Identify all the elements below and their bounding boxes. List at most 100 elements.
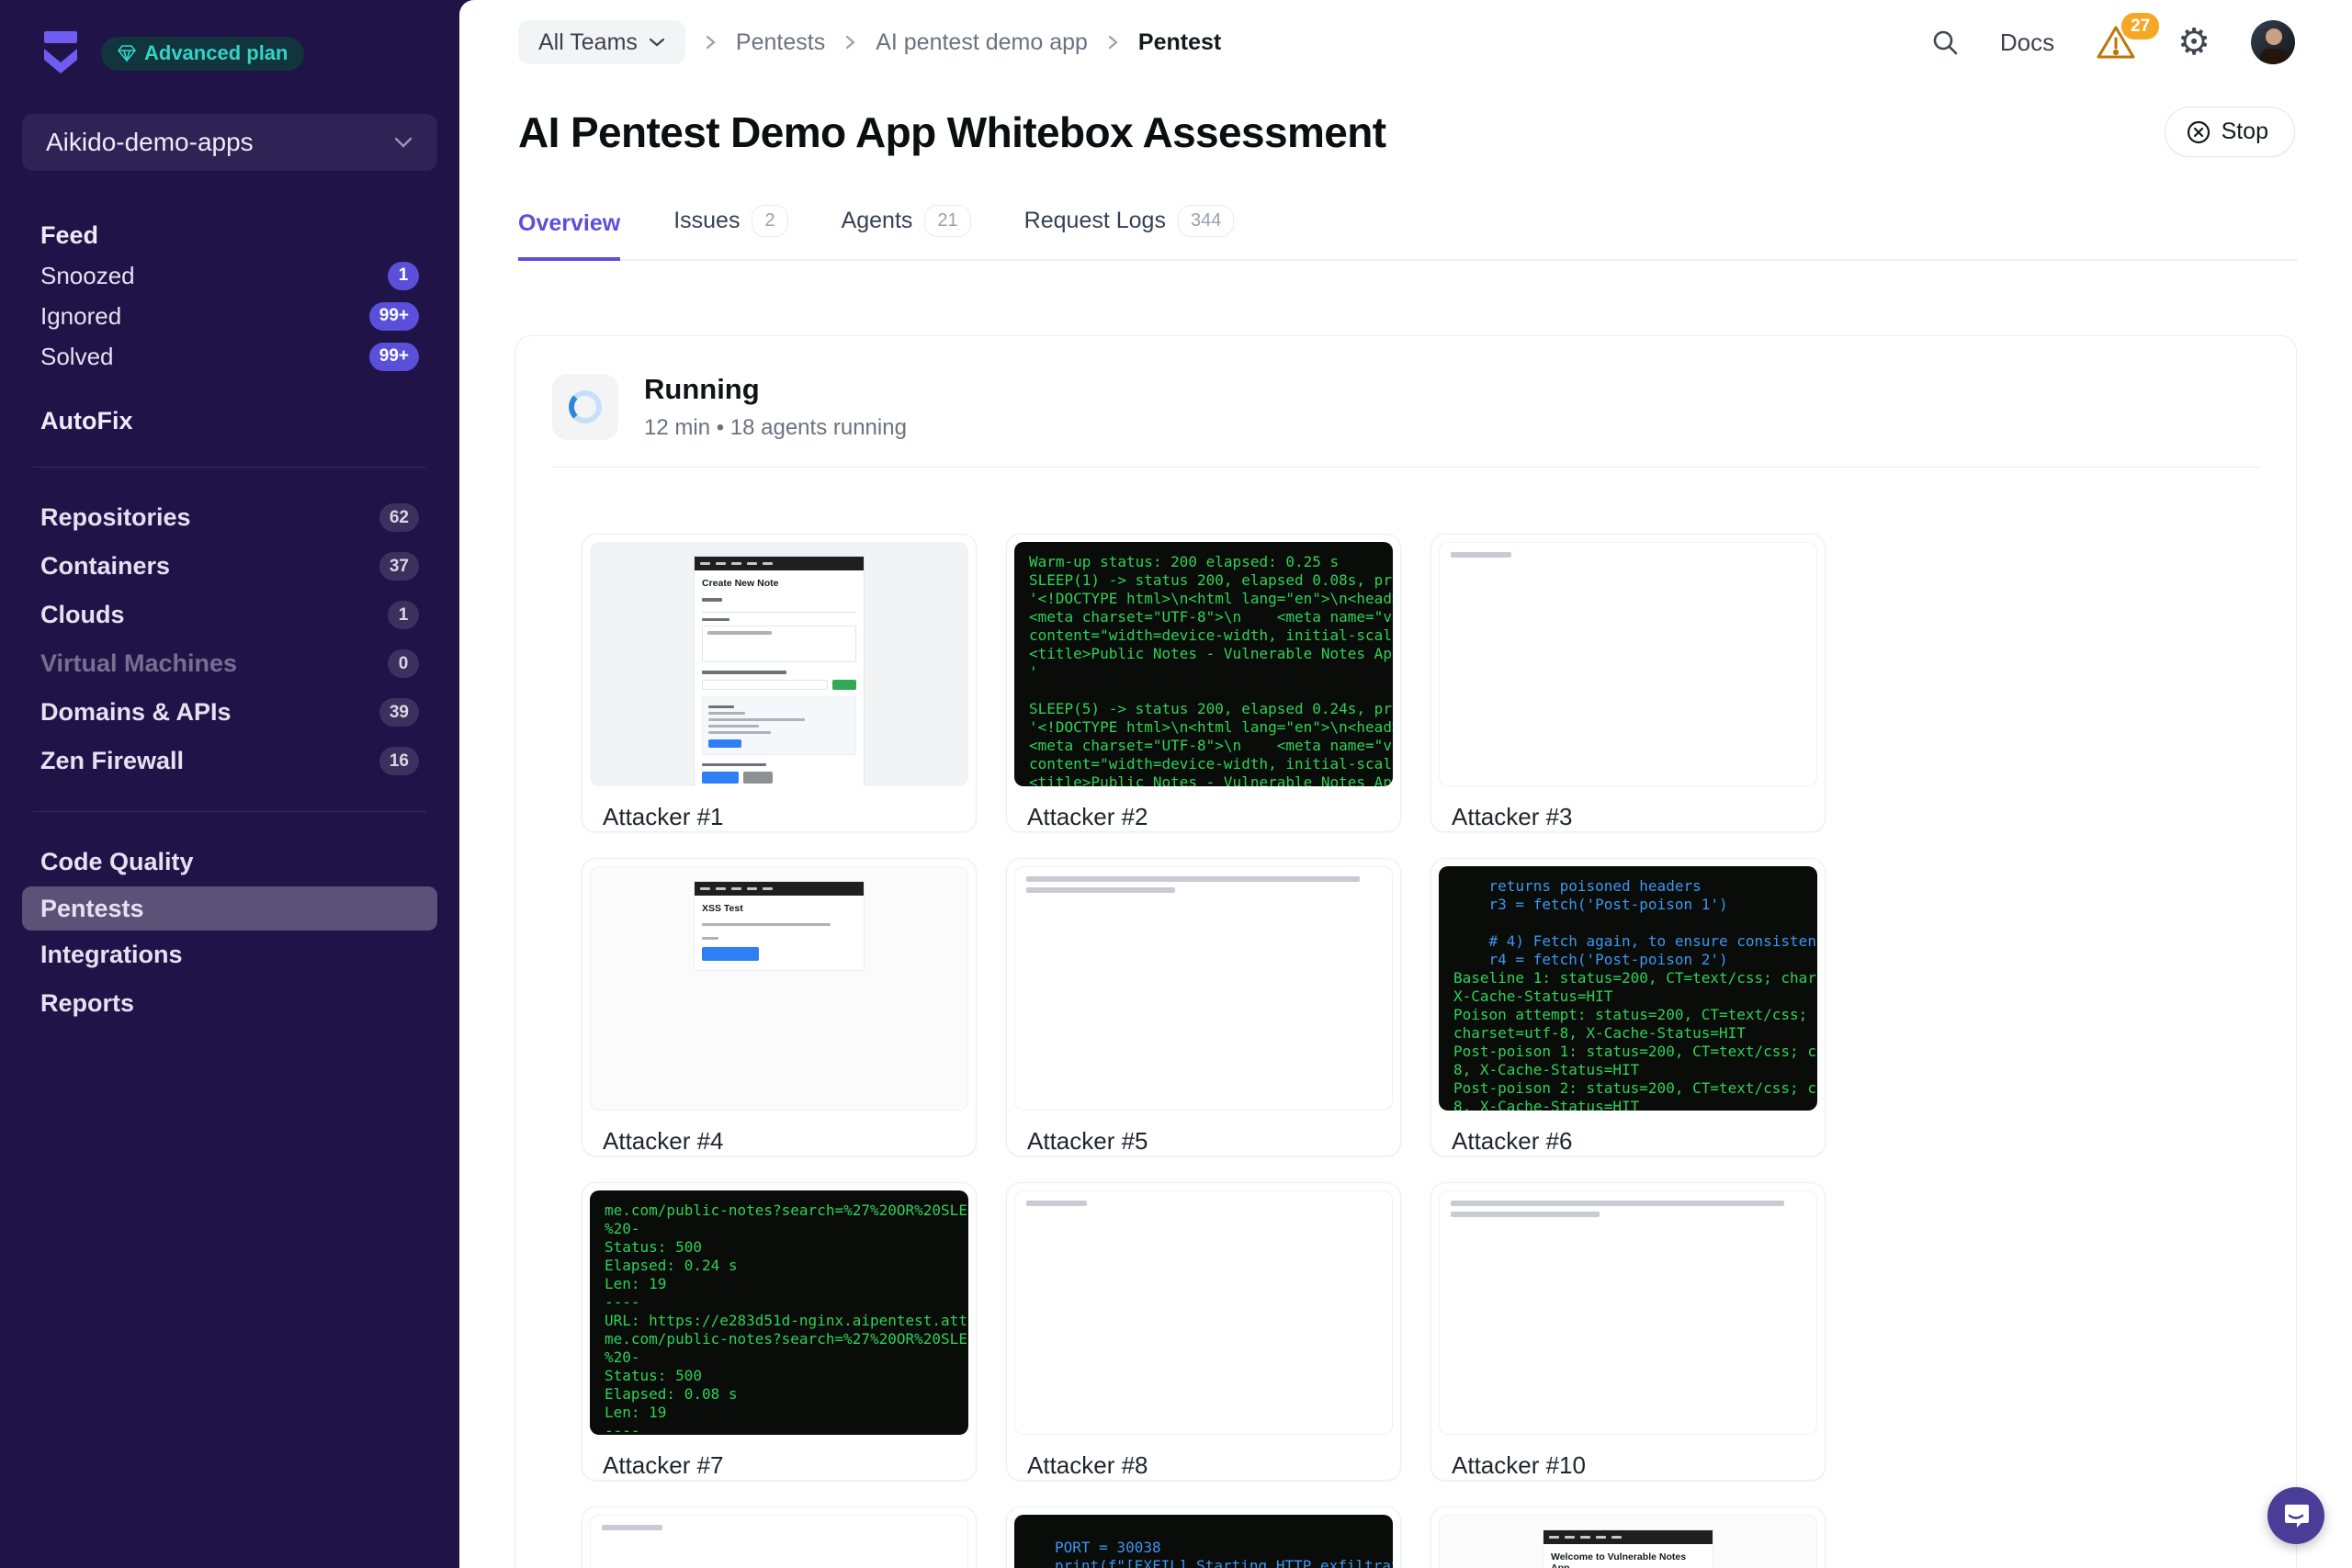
attacker-card[interactable]: Attacker #10 [1430, 1182, 1826, 1481]
loading-spinner-icon [569, 390, 602, 423]
search-button[interactable] [1930, 28, 1960, 57]
terminal-line: charset=utf-8, X-Cache-Status=HIT [1453, 1024, 1803, 1043]
attacker-card[interactable]: Attacker #5 [1006, 858, 1401, 1156]
notifications-button[interactable]: 27 [2095, 24, 2137, 61]
sidebar-item-label: Containers [40, 552, 170, 581]
terminal-line: Post-poison 1: status=200, CT=text/css; … [1453, 1043, 1803, 1061]
attacker-card[interactable]: returns poisoned headers r3 = fetch('Pos… [1430, 858, 1826, 1156]
tab-overview[interactable]: Overview [518, 210, 620, 261]
mini-browser-page: Create New Note [695, 557, 864, 786]
count-badge: 39 [379, 698, 419, 727]
tab-label: Request Logs [1024, 208, 1166, 234]
chat-launcher-button[interactable] [2267, 1487, 2324, 1544]
tab-agents[interactable]: Agents 21 [842, 205, 971, 261]
breadcrumb-app[interactable]: AI pentest demo app [876, 29, 1088, 56]
text-line [1026, 876, 1360, 882]
run-status-label: Running [644, 373, 907, 406]
sidebar-item-repositories[interactable]: Repositories 62 [22, 493, 437, 542]
user-avatar[interactable] [2251, 20, 2295, 64]
nav-link-placeholder [1580, 1536, 1590, 1539]
attacker-card-caption: Attacker #1 [582, 794, 976, 831]
mini-browser-page: Welcome to Vulnerable Notes App [1544, 1530, 1713, 1568]
docs-link[interactable]: Docs [2000, 28, 2054, 57]
breadcrumb-pentests[interactable]: Pentests [736, 29, 825, 56]
sidebar-item-zen-firewall[interactable]: Zen Firewall 16 [22, 737, 437, 785]
text-line [602, 1525, 662, 1530]
tab-label: Overview [518, 210, 620, 237]
tab-count-badge: 344 [1178, 205, 1234, 237]
search-icon [1930, 28, 1960, 57]
mini-browser-page: XSS Test [695, 882, 864, 970]
sidebar-item-integrations[interactable]: Integrations [22, 931, 437, 979]
nav-link-placeholder [731, 887, 741, 890]
attacker-card-caption: Attacker #8 [1007, 1442, 1400, 1480]
attacker-card[interactable]: PORT = 30038print(f"[EXFIL] Starting HTT… [1006, 1506, 1401, 1568]
terminal-line: PORT = 30038 [1055, 1539, 1378, 1557]
sidebar-item-reports[interactable]: Reports [22, 979, 437, 1028]
terminal-line: Status: 500 [605, 1367, 954, 1385]
sidebar-item-label: Pentests [40, 895, 144, 923]
terminal-line: ' [1029, 663, 1378, 682]
page-text-lines [1440, 543, 1816, 567]
tab-count-badge: 2 [752, 205, 787, 237]
attacker-card[interactable]: Attacker #8 [1006, 1182, 1401, 1481]
mini-page-heading: Create New Note [695, 570, 864, 592]
sidebar-item-virtual-machines[interactable]: Virtual Machines 0 [22, 639, 437, 688]
chevron-down-icon [393, 136, 413, 149]
attacker-grid: Create New Note Attacker #1 Warm-up status… [515, 468, 2296, 1568]
diamond-icon [118, 45, 136, 62]
nav-link-placeholder [1549, 1536, 1559, 1539]
sidebar-item-solved[interactable]: Solved 99+ [22, 336, 437, 377]
overview-panel: Running 12 min • 18 agents running Creat… [514, 335, 2297, 1568]
sidebar-item-domains-apis[interactable]: Domains & APIs 39 [22, 688, 437, 737]
text-line [1026, 1201, 1087, 1206]
divider [33, 467, 426, 468]
sidebar-item-autofix[interactable]: AutoFix [22, 400, 437, 441]
tab-request-logs[interactable]: Request Logs 344 [1024, 205, 1235, 261]
sidebar-item-snoozed[interactable]: Snoozed 1 [22, 255, 437, 296]
stop-button[interactable]: Stop [2165, 107, 2295, 157]
sidebar-item-label: Repositories [40, 503, 191, 532]
chevron-right-icon [843, 33, 857, 51]
mini-page-body [695, 598, 864, 786]
terminal-line: Len: 19 [605, 1275, 954, 1293]
attacker-card[interactable]: Warm-up status: 200 elapsed: 0.25 sSLEEP… [1006, 534, 1401, 832]
terminal-line: SLEEP(1) -> status 200, elapsed 0.08s, p… [1029, 571, 1378, 590]
attacker-card[interactable]: me.com/public-notes?search=%27%20OR%20SL… [582, 1182, 977, 1481]
attacker-card[interactable]: XSS Test Attacker #4 [582, 858, 977, 1156]
sidebar-item-label: Domains & APIs [40, 698, 232, 727]
attacker-card[interactable] [582, 1506, 977, 1568]
mini-page-heading: Welcome to Vulnerable Notes App [1544, 1544, 1713, 1568]
terminal-line: 8, X-Cache-Status=HIT [1453, 1098, 1803, 1111]
sidebar-item-code-quality[interactable]: Code Quality [22, 838, 437, 886]
sidebar-item-feed[interactable]: Feed [22, 215, 437, 255]
nav-link-placeholder [716, 887, 726, 890]
page-screenshot [1439, 542, 1817, 786]
run-status-meta: 12 min • 18 agents running [644, 415, 907, 441]
settings-button[interactable]: ⚙ [2177, 24, 2211, 61]
tab-label: Issues [673, 208, 740, 234]
nav-link-placeholder [700, 562, 710, 565]
nav-link-placeholder [1565, 1536, 1575, 1539]
webapp-screenshot: Create New Note [590, 542, 968, 786]
sidebar-item-pentests[interactable]: Pentests [22, 886, 437, 931]
sidebar-item-ignored[interactable]: Ignored 99+ [22, 296, 437, 336]
sidebar-item-clouds[interactable]: Clouds 1 [22, 591, 437, 639]
terminal-line: # 4) Fetch again, to ensure consistent [1453, 932, 1803, 951]
attacker-card-caption: Attacker #4 [582, 1118, 976, 1156]
attacker-card[interactable]: Welcome to Vulnerable Notes App [1430, 1506, 1826, 1568]
terminal-line: content="width=device-width, initial-sca… [1029, 755, 1378, 773]
terminal-line: ---- [605, 1293, 954, 1312]
attacker-card-caption: Attacker #6 [1431, 1118, 1825, 1156]
page-screenshot [1014, 1190, 1393, 1435]
nav-link-placeholder [1611, 1536, 1622, 1539]
team-selector[interactable]: All Teams [518, 20, 685, 64]
terminal-line: Baseline 1: status=200, CT=text/css; cha… [1453, 969, 1803, 987]
chat-bubble-icon [2282, 1502, 2310, 1529]
attacker-card[interactable]: Create New Note Attacker #1 [582, 534, 977, 832]
sidebar-item-containers[interactable]: Containers 37 [22, 542, 437, 591]
workspace-selector[interactable]: Aikido-demo-apps [22, 114, 437, 171]
aikido-logo[interactable] [40, 31, 81, 75]
tab-issues[interactable]: Issues 2 [673, 205, 787, 261]
attacker-card[interactable]: Attacker #3 [1430, 534, 1826, 832]
